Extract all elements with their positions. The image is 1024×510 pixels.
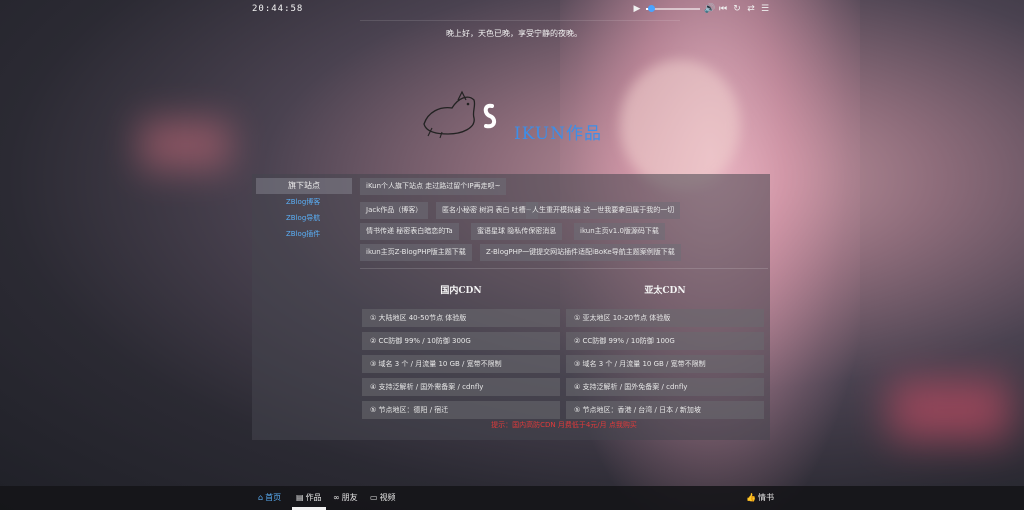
background-sign (890, 380, 1010, 440)
cdn-domestic-row: ② CC防御 99% / 10防御 300G (362, 332, 560, 350)
clock: 20:44:58 (252, 4, 304, 14)
sidebar-heading: 旗下站点 (256, 178, 352, 194)
cdn-apac-row: ④ 支持泛解析 / 国外免备案 / cdnfly (566, 378, 764, 396)
link-life-restart[interactable]: 人生重开模拟器 这一世我要拿回属于我的一切 (526, 202, 681, 219)
greeting-text: 晚上好，天色已晚，享受宁静的夜晚。 (446, 29, 582, 38)
content-divider (360, 268, 768, 269)
background-glow (140, 120, 230, 170)
cdn-domestic-row: ① 大陆地区 40-50节点 体验版 (362, 309, 560, 327)
home-icon: ⌂ (258, 493, 264, 502)
link-ikun-home-source[interactable]: ikun主页v1.0版源码下载 (574, 223, 665, 240)
site-title: IKUN作品 (514, 124, 603, 144)
link-grid: iKun个人旗下站点 走过路过留个IP再走呗~ Jack作品（博客） 匿名小秘密… (360, 178, 768, 264)
sidebar-item-zblog-blog[interactable]: ZBlog博客 (256, 194, 352, 210)
cdn-domestic-card: 国内CDN ① 大陆地区 40-50节点 体验版 ② CC防御 99% / 10… (362, 278, 560, 419)
video-icon: ▭ (370, 493, 378, 502)
cdn-domestic-row: ④ 支持泛解析 / 国外需备案 / cdnfly (362, 378, 560, 396)
link-zblog-submit-plugin[interactable]: Z-BlogPHP一键提交网站插件适配iBoKe导航主题案例版下载 (480, 244, 681, 261)
link-ikun-sites[interactable]: iKun个人旗下站点 走过路过留个IP再走呗~ (360, 178, 507, 195)
link-secret-planet[interactable]: 蜜语星球 隐私传保密消息 (471, 223, 563, 240)
link-anonymous-secret[interactable]: 匿名小秘密 树洞 表白 吐槽~ (436, 202, 538, 219)
link-icon: ∞ (333, 493, 340, 502)
sidebar-item-zblog-nav[interactable]: ZBlog导航 (256, 210, 352, 226)
sidebar: 旗下站点 ZBlog博客 ZBlog导航 ZBlog插件 (256, 178, 352, 242)
cdn-domestic-title: 国内CDN (440, 286, 482, 296)
footer-bar: ⌂ 首页 ▤ 作品 ∞ 朋友 ▭ 视频 👍 情书 (0, 486, 1024, 510)
sidebar-item-zblog-plugin[interactable]: ZBlog插件 (256, 226, 352, 242)
shuffle-icon[interactable]: ⇄ (746, 3, 756, 15)
link-love-letter[interactable]: 情书传递 秘密表白暗恋的Ta (360, 223, 459, 240)
link-ikun-theme[interactable]: ikun主页Z-BlogPHP版主题下载 (360, 244, 472, 261)
cdn-apac-row: ② CC防御 99% / 10防御 100G (566, 332, 764, 350)
cdn-domestic-row: ⑤ 节点地区：德阳 / 宿迁 (362, 401, 560, 419)
cdn-apac-row: ③ 域名 3 个 / 月流量 10 GB / 宽带不限制 (566, 355, 764, 373)
cdn-apac-row: ⑤ 节点地区：香港 / 台湾 / 日本 / 新加坡 (566, 401, 764, 419)
background-character-face (620, 60, 740, 190)
music-progress-knob[interactable] (648, 5, 656, 12)
cdn-apac-card: 亚太CDN ① 亚太地区 10-20节点 体验版 ② CC防御 99% / 10… (566, 278, 764, 419)
volume-icon[interactable]: 🔊 (704, 3, 715, 15)
play-icon[interactable]: ▶ (632, 3, 642, 15)
cdn-domestic-row: ③ 域名 3 个 / 月流量 10 GB / 宽带不限制 (362, 355, 560, 373)
music-player: ▶ 🔊 ⏮ ↻ ⇄ ☰ (632, 3, 770, 15)
footer-nav-label: 朋友 (341, 493, 358, 502)
works-icon: ▤ (296, 493, 304, 502)
cdn-notice-link[interactable]: 提示：国内高防CDN 月费低于4元/月 点我购买 (360, 420, 768, 430)
music-progress[interactable] (646, 5, 700, 12)
playlist-icon[interactable]: ☰ (760, 3, 770, 15)
site-logo[interactable] (418, 88, 504, 140)
footer-nav-video[interactable]: ▭ 视频 (370, 492, 396, 503)
top-divider (360, 20, 680, 21)
thumb-icon: 👍 (746, 493, 756, 502)
prev-icon[interactable]: ⏮ (718, 3, 728, 15)
link-jack-works[interactable]: Jack作品（博客） (360, 202, 429, 219)
footer-nav-friends[interactable]: ∞ 朋友 (333, 492, 358, 503)
loop-icon[interactable]: ↻ (732, 3, 742, 15)
footer-nav-works[interactable]: ▤ 作品 (296, 492, 322, 503)
footer-nav-label: 作品 (305, 493, 322, 502)
top-bar: 20:44:58 ▶ 🔊 ⏮ ↻ ⇄ ☰ 晚上好，天色已晚，享受宁静的夜晚。 (0, 0, 1024, 38)
cdn-apac-row: ① 亚太地区 10-20节点 体验版 (566, 309, 764, 327)
footer-nav-home[interactable]: ⌂ 首页 (258, 492, 281, 503)
cdn-apac-title: 亚太CDN (644, 286, 686, 296)
footer-nav-label: 首页 (265, 493, 282, 502)
footer-right-label: 情书 (757, 493, 774, 502)
content-area: iKun个人旗下站点 走过路过留个IP再走呗~ Jack作品（博客） 匿名小秘密… (360, 178, 768, 264)
footer-love-letter[interactable]: 👍 情书 (746, 492, 774, 503)
footer-nav-label: 视频 (379, 493, 396, 502)
